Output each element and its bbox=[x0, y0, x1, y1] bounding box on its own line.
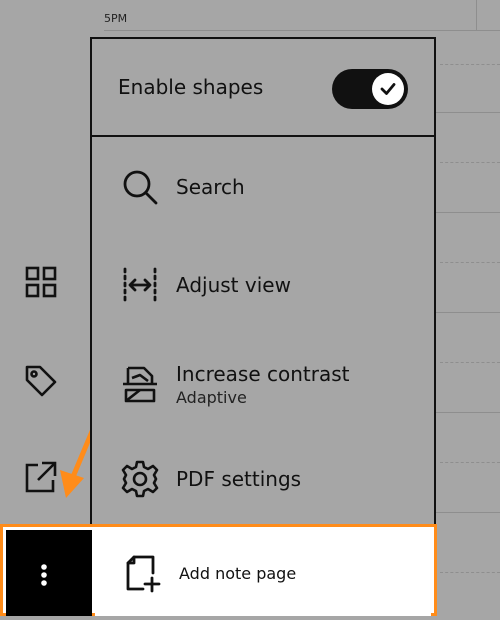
menu-divider bbox=[92, 135, 434, 137]
more-button[interactable] bbox=[6, 530, 92, 616]
menu-item-increase-contrast[interactable]: Increase contrast Adaptive bbox=[92, 345, 434, 423]
add-page-icon bbox=[126, 555, 161, 593]
timeline-rule bbox=[104, 30, 500, 31]
menu-item-label: Increase contrast bbox=[176, 361, 350, 386]
gear-icon bbox=[121, 460, 159, 498]
search-icon bbox=[123, 170, 158, 205]
contrast-text: Increase contrast Adaptive bbox=[176, 362, 350, 407]
enable-shapes-toggle[interactable] bbox=[332, 69, 408, 109]
timeline-dash bbox=[440, 572, 500, 573]
enable-shapes-row[interactable]: Enable shapes bbox=[92, 39, 434, 135]
menu-item-adjust-view[interactable]: Adjust view bbox=[92, 249, 434, 321]
highlight-frame: Add note page bbox=[0, 524, 437, 616]
menu-item-label: Add note page bbox=[179, 563, 297, 583]
timeline-dash bbox=[440, 162, 500, 163]
timeline-rule bbox=[436, 512, 500, 513]
menu-item-label: PDF settings bbox=[176, 467, 302, 491]
tag-icon[interactable] bbox=[24, 364, 58, 398]
menu-item-label: Adjust view bbox=[176, 273, 291, 297]
timeline-rule bbox=[436, 412, 500, 413]
timeline-dash bbox=[440, 462, 500, 463]
timeline-dash bbox=[440, 262, 500, 263]
timeline-rule bbox=[436, 112, 500, 113]
timeline-dash bbox=[440, 362, 500, 363]
more-icon bbox=[41, 564, 47, 586]
adjust-view-icon bbox=[123, 267, 157, 303]
grid-icon[interactable] bbox=[24, 265, 58, 299]
timeline-rule bbox=[436, 312, 500, 313]
menu-item-pdf-settings[interactable]: PDF settings bbox=[92, 443, 434, 515]
menu-item-add-note-page[interactable]: Add note page bbox=[95, 530, 431, 616]
timeline-vertical bbox=[476, 0, 477, 30]
contrast-icon bbox=[123, 366, 157, 403]
menu-item-sublabel: Adaptive bbox=[176, 387, 247, 407]
check-icon bbox=[372, 73, 404, 105]
timeline-rule bbox=[436, 212, 500, 213]
time-label: 5PM bbox=[104, 12, 128, 25]
menu-item-search[interactable]: Search bbox=[92, 151, 434, 223]
timeline-dash bbox=[440, 64, 500, 65]
share-icon[interactable] bbox=[24, 460, 58, 494]
enable-shapes-label: Enable shapes bbox=[118, 75, 264, 99]
menu-item-label: Search bbox=[176, 175, 245, 199]
